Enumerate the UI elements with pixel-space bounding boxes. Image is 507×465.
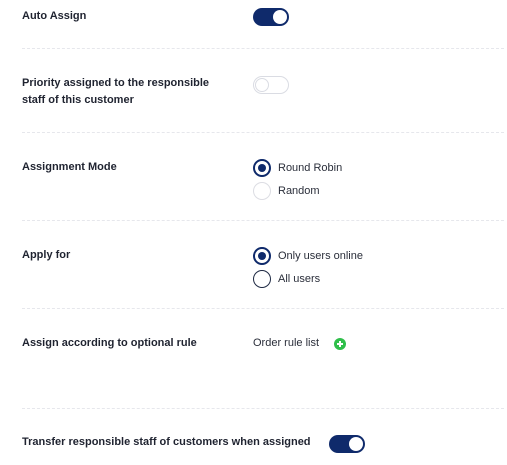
auto-assign-toggle[interactable] [253,8,289,26]
priority-responsible-label-line2: staff of this customer [22,94,134,106]
auto-assign-label: Auto Assign [22,10,87,22]
assignment-mode-option-random[interactable]: Random [253,182,320,200]
radio-label: All users [278,273,321,285]
toggle-knob [349,437,363,451]
divider [22,408,504,409]
radio-button[interactable] [253,270,271,288]
divider [22,308,504,309]
apply-for-label: Apply for [22,249,71,261]
transfer-responsible-toggle[interactable] [329,435,365,453]
optional-rule-label: Assign according to optional rule [22,337,197,349]
priority-responsible-label: Priority assigned to the responsible sta… [22,75,209,109]
assignment-mode-option-round-robin[interactable]: Round Robin [253,159,342,177]
radio-button-checked[interactable] [253,247,271,265]
radio-button-checked[interactable] [253,159,271,177]
plus-circle-icon[interactable] [334,338,346,350]
divider [22,48,504,49]
radio-label: Random [278,185,320,197]
transfer-responsible-label: Transfer responsible staff of customers … [22,436,311,448]
toggle-knob [273,10,287,24]
radio-label: Round Robin [278,162,343,174]
assignment-mode-label: Assignment Mode [22,161,117,173]
toggle-knob [255,78,269,92]
divider [22,132,504,133]
order-rule-list-link[interactable]: Order rule list [253,335,319,352]
radio-button[interactable] [253,182,271,200]
apply-for-option-all[interactable]: All users [253,270,320,288]
divider [22,220,504,221]
radio-label: Only users online [278,250,363,262]
apply-for-option-online[interactable]: Only users online [253,247,363,265]
priority-responsible-label-line1: Priority assigned to the responsible [22,77,210,89]
priority-responsible-toggle[interactable] [253,76,289,94]
